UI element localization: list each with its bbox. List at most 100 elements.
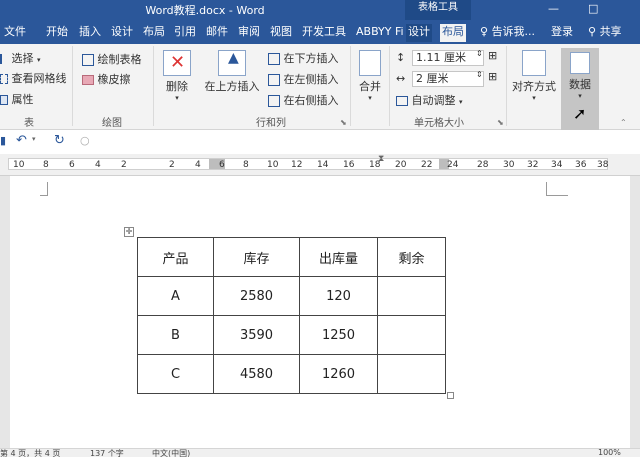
table-cell[interactable]: 出库量 [299,237,378,277]
window-title: Word教程.docx - Word [145,4,265,17]
tell-me-label: 告诉我... [491,25,536,38]
autofit-button[interactable]: 自动调整 ▾ [396,92,463,108]
insert-left-button[interactable]: 在左侧插入 [268,71,339,87]
table-cell[interactable]: A [137,276,214,316]
merge-label: 合并 [359,80,381,93]
insert-right-button[interactable]: 在右侧插入 [268,92,339,108]
table-cell[interactable]: B [137,315,214,355]
table-cell[interactable]: 产品 [137,237,214,277]
circle-icon[interactable]: ○ [80,134,90,147]
restore-button[interactable]: □ [588,2,598,15]
tab-view[interactable]: 视图 [268,24,294,42]
table-resize-handle[interactable] [447,392,454,399]
tab-mailings[interactable]: 邮件 [204,24,230,42]
table-cell[interactable]: 3590 [213,315,300,355]
column-width-input[interactable]: 2 厘米 [412,71,484,87]
tell-me-box[interactable]: ♀ 告诉我... [478,24,537,42]
undo-icon[interactable]: ↶ [16,133,27,148]
distribute-rows-icon[interactable]: ⊞ [488,49,497,62]
tab-developer[interactable]: 开发工具 [300,24,348,42]
tab-layout[interactable]: 布局 [141,24,167,42]
product-table[interactable]: 产品 库存 出库量 剩余 A 2580 120 B 3590 1250 C 45… [137,237,446,394]
ruler-number: 16 [343,160,355,170]
insert-row-above-icon: ▲ [218,50,246,76]
table-cell[interactable] [377,315,446,355]
dialog-launcher-icon[interactable]: ⬊ [340,118,347,127]
delete-button[interactable]: ✕ 删除 ▾ [160,50,194,102]
spin-arrows-icon[interactable]: ⇕ [476,49,483,58]
table-cell[interactable]: 4580 [213,354,300,394]
ruler-number: 4 [95,160,101,170]
zoom-level[interactable]: 100% [598,448,621,457]
ruler-number: 30 [503,160,515,170]
ruler-number: 10 [13,160,25,170]
table-cell[interactable]: 剩余 [377,237,446,277]
save-icon[interactable]: ▮ [0,134,6,147]
tab-abbyy[interactable]: ABBYY Fi [354,24,406,42]
ruler-number: 32 [527,160,539,170]
group-divider [389,46,390,126]
tab-insert[interactable]: 插入 [77,24,103,42]
insert-below-button[interactable]: 在下方插入 [268,50,339,66]
view-gridlines-button[interactable]: 查看网格线 [0,70,67,86]
status-bar: 第 4 页，共 4 页 137 个字 中文(中国) 100% [0,448,640,457]
autofit-icon [396,96,408,106]
select-button[interactable]: 选择 ▾ [0,50,41,66]
tab-review[interactable]: 审阅 [236,24,262,42]
table-cell[interactable] [377,276,446,316]
table-cell[interactable]: 2580 [213,276,300,316]
draw-table-button[interactable]: 绘制表格 [82,51,142,67]
context-tab-group-label: 表格工具 [405,0,471,20]
indent-marker-icon[interactable]: ⧗ [378,154,384,164]
sign-in-link[interactable]: 登录 [549,24,575,42]
data-button[interactable]: 数据 ▾ ➚ [561,48,599,130]
table-cell[interactable]: 120 [299,276,378,316]
share-button[interactable]: ⚲ 共享 [586,24,624,42]
table-cell[interactable]: 1250 [299,315,378,355]
insert-above-button[interactable]: ▲ 在上方插入 [203,50,261,94]
tab-table-design[interactable]: 设计 [406,24,432,42]
eraser-label: 橡皮擦 [97,73,131,86]
select-icon [0,54,8,64]
properties-button[interactable]: 属性 [0,91,34,107]
ruler-number: 36 [575,160,587,170]
person-icon: ⚲ [588,25,597,38]
table-cell[interactable]: 1260 [299,354,378,394]
tab-design[interactable]: 设计 [109,24,135,42]
data-icon [570,52,590,74]
table-cell[interactable] [377,354,446,394]
draw-table-label: 绘制表格 [97,53,142,66]
language-indicator[interactable]: 中文(中国) [152,448,190,457]
page-count[interactable]: 第 4 页，共 4 页 [0,448,60,457]
tab-file[interactable]: 文件 [2,24,28,42]
group-divider [72,46,73,126]
minimize-button[interactable]: — [548,2,559,15]
mouse-cursor-icon: ➚ [573,104,587,123]
word-count[interactable]: 137 个字 [90,448,124,457]
insert-row-below-icon [268,53,280,65]
distribute-columns-icon[interactable]: ⊞ [488,70,497,83]
merge-button[interactable]: 合并 ▾ [355,50,385,102]
table-cell[interactable]: C [137,354,214,394]
draw-group-label: 绘图 [102,118,122,129]
tab-home[interactable]: 开始 [44,24,70,42]
table-move-handle-icon[interactable]: ✛ [124,227,134,237]
ruler-number: 8 [243,160,249,170]
ruler-number: 4 [195,160,201,170]
chevron-down-icon: ▾ [578,92,582,100]
dialog-launcher-icon[interactable]: ⬊ [497,118,504,127]
row-height-input[interactable]: 1.11 厘米 [412,50,484,66]
ruler-number: 20 [395,160,407,170]
tab-references[interactable]: 引用 [172,24,198,42]
table-cell[interactable]: 库存 [213,237,300,277]
ruler-number: 6 [219,160,225,170]
eraser-button[interactable]: 橡皮擦 [82,71,131,87]
alignment-button[interactable]: 对齐方式 ▾ [511,50,557,102]
collapse-ribbon-icon[interactable]: ⌃ [620,118,627,127]
tab-table-layout[interactable]: 布局 [440,24,466,42]
horizontal-ruler[interactable]: 10 8 6 4 2 2 4 6 8 10 12 14 16 18 20 22 … [0,154,640,176]
redo-icon[interactable]: ↻ [54,133,65,148]
insert-column-left-icon [268,74,280,86]
spin-arrows-icon[interactable]: ⇕ [476,70,483,79]
chevron-down-icon[interactable]: ▾ [32,135,36,143]
